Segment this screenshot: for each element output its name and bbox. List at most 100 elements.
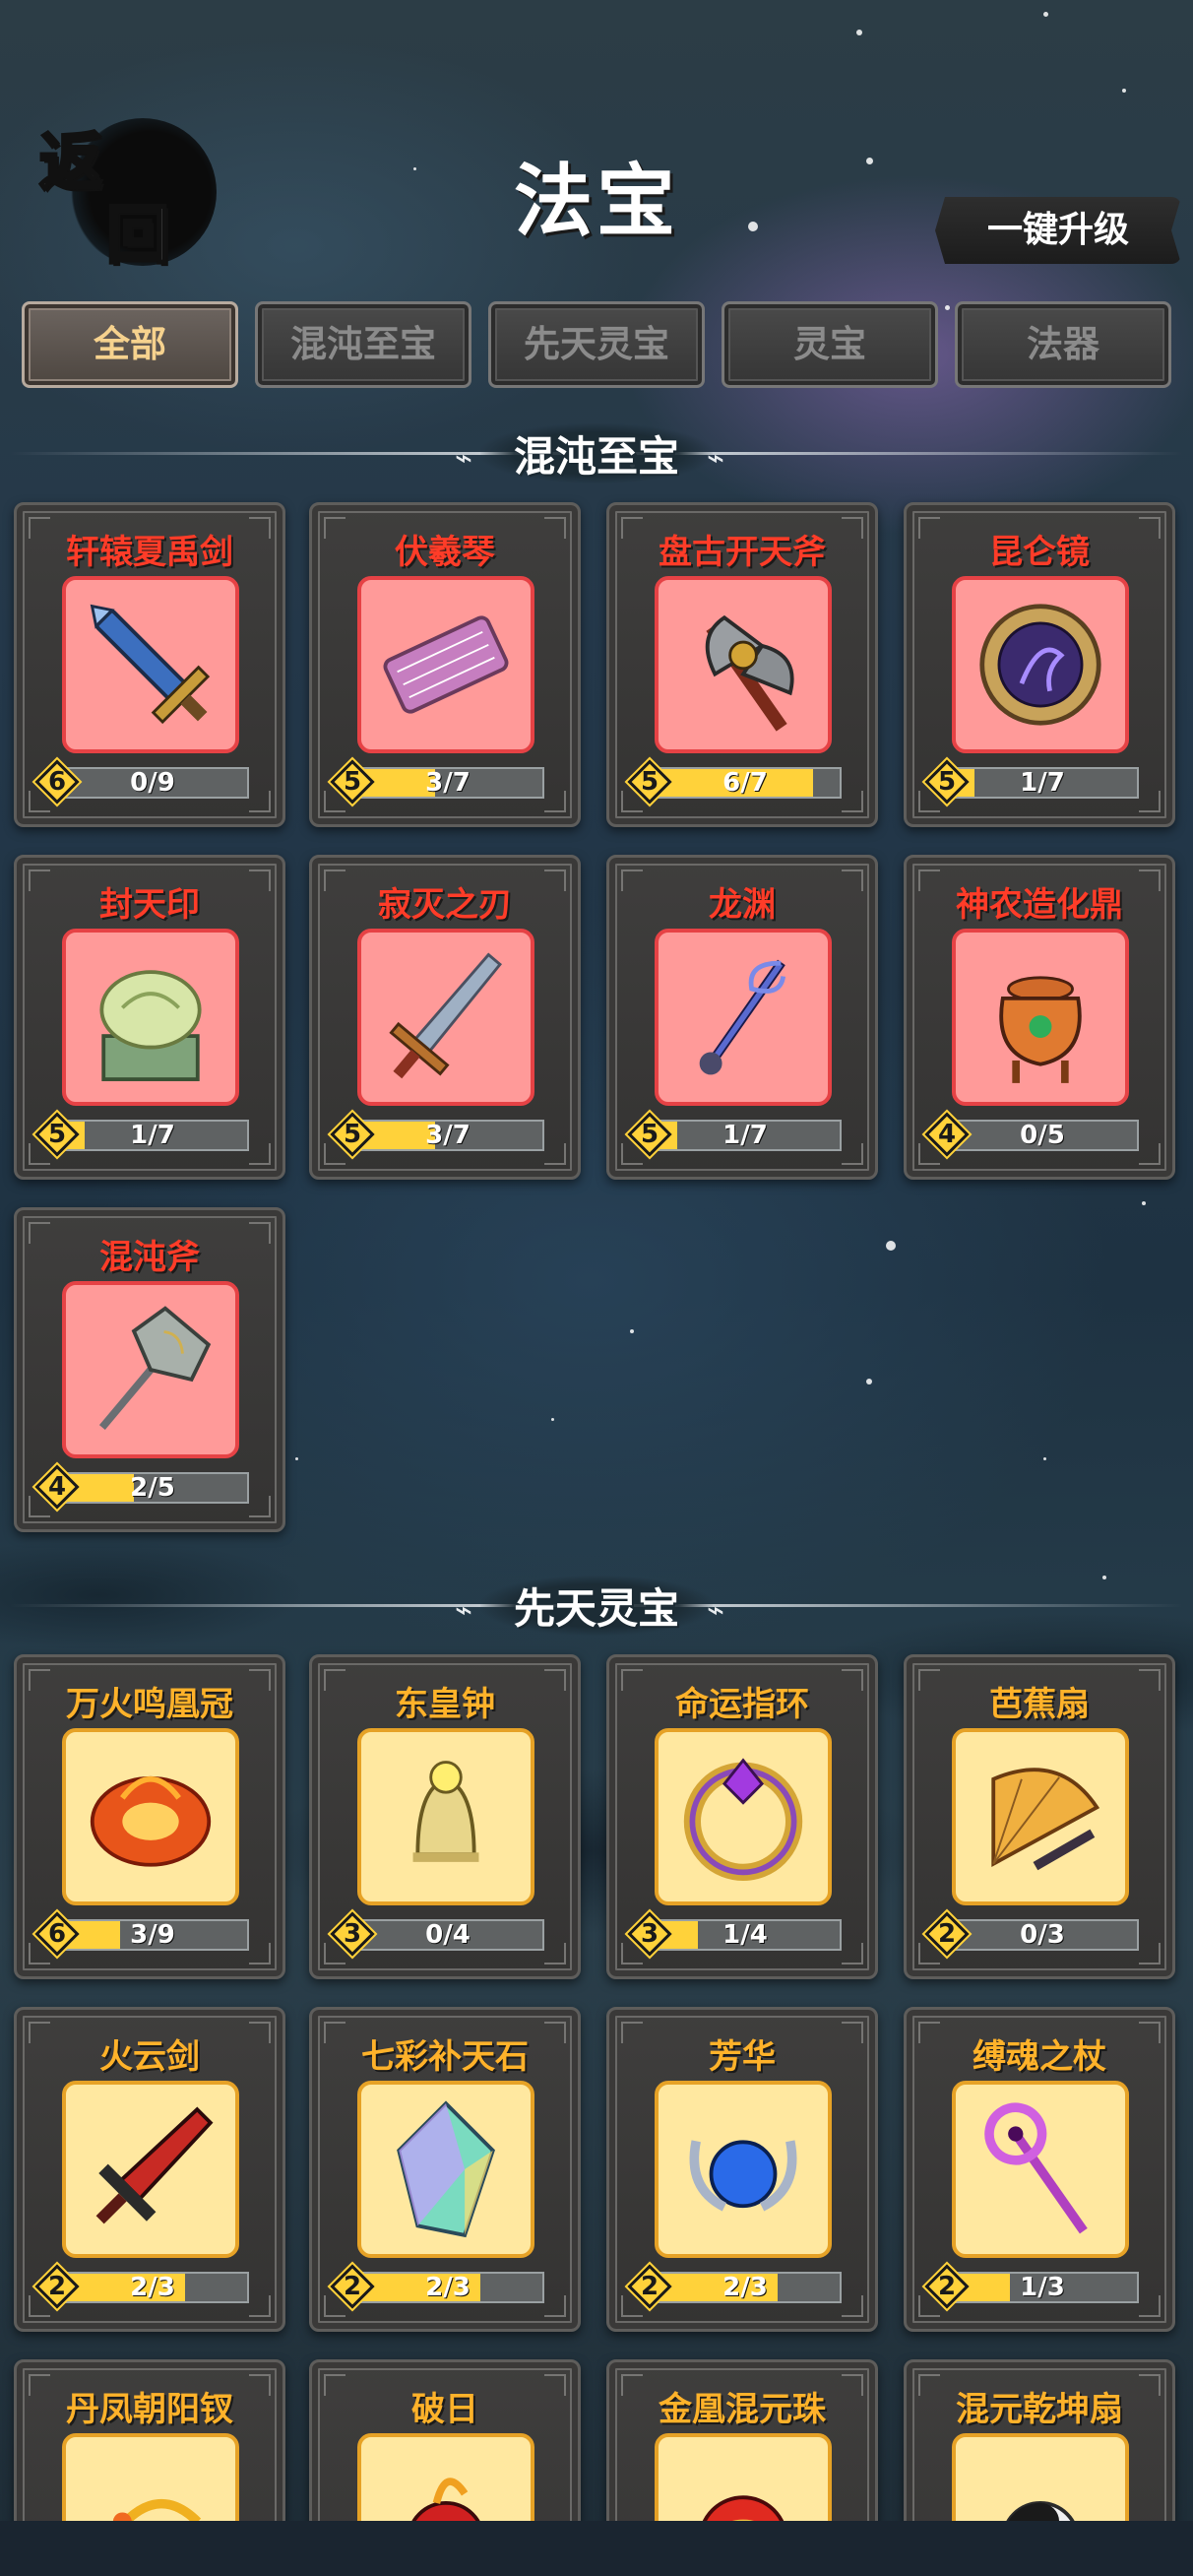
level-number: 4 <box>937 1120 957 1149</box>
treasure-icon-frame <box>357 2081 534 2258</box>
card-corner-ornament <box>842 791 863 812</box>
orb-icon <box>689 2140 797 2212</box>
level-number: 2 <box>937 2272 957 2301</box>
progress-text: 1/7 <box>1020 768 1065 798</box>
level-badge: 5 <box>924 759 970 805</box>
treasure-card[interactable]: 芭蕉扇 0/3 2 <box>904 1654 1175 1979</box>
qin-icon <box>383 615 509 714</box>
shard-progress-bar: 0/3 <box>946 1919 1139 1951</box>
level-number: 3 <box>343 1919 362 1949</box>
progress-text: 0/4 <box>425 1920 471 1950</box>
star <box>1043 12 1048 17</box>
progress-text: 0/9 <box>130 768 175 798</box>
treasure-name: 破日 <box>411 2390 478 2429</box>
sword-icon <box>90 604 211 725</box>
treasure-card[interactable]: 芳华 2/3 2 <box>606 2007 878 2332</box>
shard-progress-bar: 1/7 <box>649 1120 842 1151</box>
treasure-card[interactable]: 混沌斧 2/5 4 <box>14 1207 285 1532</box>
progress-text: 1/7 <box>722 1121 768 1150</box>
treasure-icon-frame <box>357 1728 534 1905</box>
divider-line <box>10 452 561 455</box>
star <box>551 1418 554 1421</box>
treasure-icon-frame <box>62 1281 239 1458</box>
level-number: 5 <box>640 1120 659 1149</box>
shard-progress-bar: 1/7 <box>56 1120 249 1151</box>
shard-progress-bar: 0/5 <box>946 1120 1139 1151</box>
progress-text: 3/7 <box>425 1121 471 1150</box>
treasure-card[interactable]: 东皇钟 0/4 3 <box>309 1654 581 1979</box>
shard-progress-bar: 0/9 <box>56 767 249 799</box>
shard-progress-bar: 2/5 <box>56 1472 249 1504</box>
level-badge: 3 <box>330 1911 375 1957</box>
tab-innate-spirit-treasure[interactable]: 先天灵宝 <box>488 301 705 388</box>
star <box>856 30 862 35</box>
treasure-icon-frame <box>62 2081 239 2258</box>
treasure-name: 芳华 <box>709 2037 776 2077</box>
card-corner-ornament <box>1139 791 1161 812</box>
tab-all[interactable]: 全部 <box>22 301 238 388</box>
level-badge: 6 <box>34 1911 80 1957</box>
star <box>1122 89 1126 93</box>
treasure-card[interactable]: 神农造化鼎 0/5 4 <box>904 855 1175 1180</box>
treasure-card[interactable]: 火云剑 2/3 2 <box>14 2007 285 2332</box>
level-number: 6 <box>47 1919 67 1949</box>
treasure-card[interactable]: 七彩补天石 2/3 2 <box>309 2007 581 2332</box>
level-number: 4 <box>47 1472 67 1502</box>
treasure-card[interactable]: 封天印 1/7 5 <box>14 855 285 1180</box>
shard-progress-bar: 3/9 <box>56 1919 249 1951</box>
progress-text: 6/7 <box>722 768 768 798</box>
divider-line <box>10 1604 561 1607</box>
dragon-staff-icon <box>699 959 786 1075</box>
treasure-card[interactable]: 万火鸣凰冠 3/9 6 <box>14 1654 285 1979</box>
halberd-icon <box>98 1306 212 1431</box>
tab-magic-tool[interactable]: 法器 <box>955 301 1171 388</box>
fan-icon <box>991 1768 1100 1871</box>
treasure-card[interactable]: 盘古开天斧 6/7 5 <box>606 502 878 827</box>
tab-spirit-treasure[interactable]: 灵宝 <box>722 301 938 388</box>
card-corner-ornament <box>249 1943 271 1964</box>
shard-progress-bar: 3/7 <box>351 767 544 799</box>
card-corner-ornament <box>1139 1943 1161 1964</box>
progress-text: 2/3 <box>130 2273 175 2302</box>
treasure-card[interactable]: 龙渊 1/7 5 <box>606 855 878 1180</box>
swirl-ornament-icon: ⌁ <box>455 1593 473 1628</box>
shard-progress-bar: 1/7 <box>946 767 1139 799</box>
treasure-card[interactable]: 命运指环 1/4 3 <box>606 1654 878 1979</box>
treasure-card[interactable]: 昆仑镜 1/7 5 <box>904 502 1175 827</box>
progress-text: 3/9 <box>130 1920 175 1950</box>
card-corner-ornament <box>1139 1143 1161 1165</box>
treasure-card[interactable]: 寂灭之刃 3/7 5 <box>309 855 581 1180</box>
card-corner-ornament <box>842 1943 863 1964</box>
section-header-innate: ⌁ 先天灵宝 ⌁ <box>0 1575 1193 1636</box>
level-number: 5 <box>937 767 957 797</box>
level-badge: 6 <box>34 759 80 805</box>
star <box>886 1241 896 1251</box>
progress-text: 1/4 <box>722 1920 768 1950</box>
level-badge: 2 <box>627 2264 672 2309</box>
treasure-name: 万火鸣凰冠 <box>66 1685 233 1724</box>
progress-text: 2/3 <box>425 2273 471 2302</box>
treasure-icon-frame <box>62 929 239 1106</box>
axe-icon <box>705 614 794 732</box>
shard-progress-bar: 3/7 <box>351 1120 544 1151</box>
shard-progress-bar: 1/4 <box>649 1919 842 1951</box>
treasure-icon-frame <box>952 1728 1129 1905</box>
shard-progress-bar: 0/4 <box>351 1919 544 1951</box>
treasure-card[interactable]: 伏羲琴 3/7 5 <box>309 502 581 827</box>
treasure-icon-frame <box>655 2081 832 2258</box>
tab-chaos-treasure[interactable]: 混沌至宝 <box>255 301 471 388</box>
treasure-name: 命运指环 <box>675 1685 809 1724</box>
star <box>1043 1457 1046 1460</box>
treasure-card[interactable]: 缚魂之杖 1/3 2 <box>904 2007 1175 2332</box>
level-badge: 5 <box>330 759 375 805</box>
card-corner-ornament <box>249 2295 271 2317</box>
fire-sword-icon <box>95 2106 214 2224</box>
level-badge: 2 <box>34 2264 80 2309</box>
level-badge: 3 <box>627 1911 672 1957</box>
treasure-card[interactable]: 轩辕夏禹剑 0/9 6 <box>14 502 285 827</box>
level-number: 3 <box>640 1919 659 1949</box>
treasure-name: 混沌斧 <box>99 1238 200 1277</box>
treasure-name: 芭蕉扇 <box>989 1685 1090 1724</box>
one-click-upgrade-button[interactable]: 一键升级 <box>935 197 1181 264</box>
section-header-chaos: ⌁ 混沌至宝 ⌁ <box>0 422 1193 483</box>
